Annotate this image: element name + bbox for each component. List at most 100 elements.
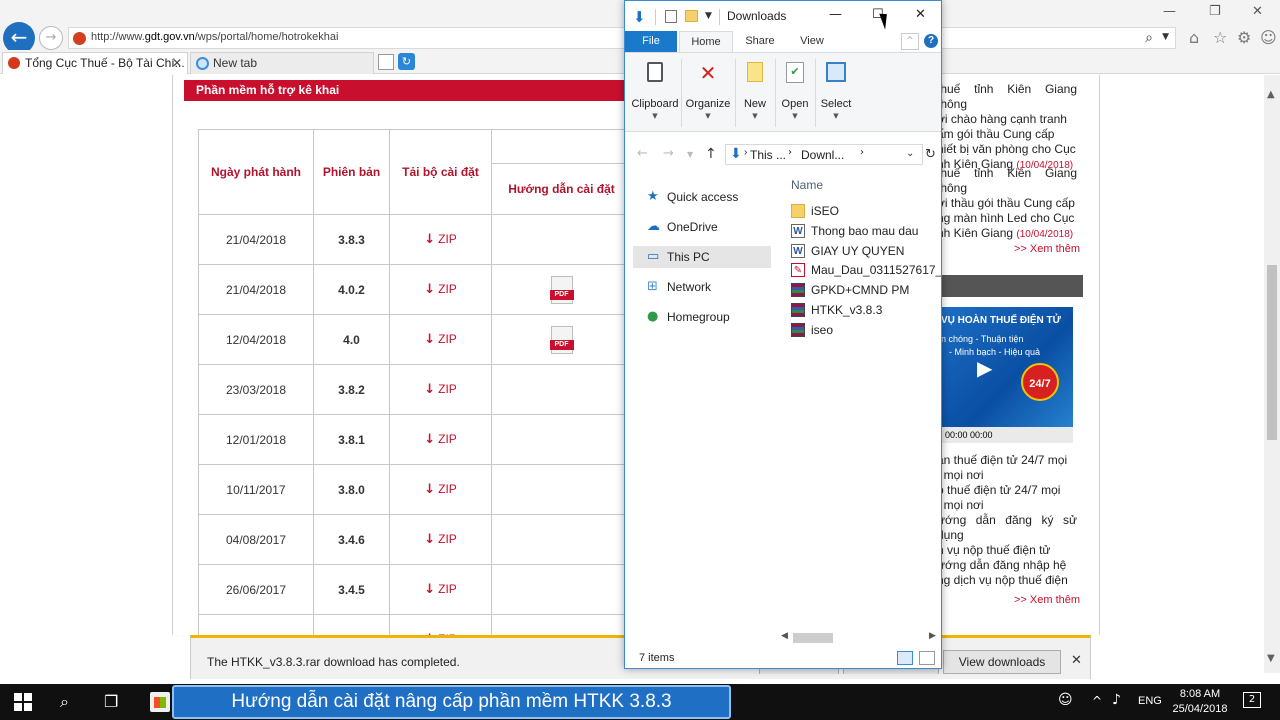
play-icon[interactable]: ▶ [977, 358, 1001, 385]
start-windows-icon[interactable] [14, 693, 32, 711]
scroll-up-icon[interactable]: ▲ [1267, 89, 1275, 100]
zip-download-link[interactable]: ↓ZIP [389, 264, 492, 315]
favorites-star-icon[interactable]: ☆ [1213, 28, 1227, 47]
organize-button[interactable]: ✕ Organize ▼ [683, 58, 733, 128]
chevron-up-icon[interactable]: ^ [1092, 694, 1102, 708]
tab-file[interactable]: File [625, 31, 677, 52]
horizontal-scrollbar[interactable]: ◀ ▶ [781, 631, 941, 645]
zip-download-link[interactable]: ↓ZIP [389, 214, 492, 265]
file-item[interactable]: iSEO [791, 201, 941, 221]
tab-share[interactable]: Share [737, 31, 783, 52]
search-icon[interactable]: ⌕ [1145, 30, 1153, 46]
people-icon[interactable]: ☺ [1058, 692, 1073, 708]
new-button[interactable]: New ▼ [737, 58, 773, 128]
pdf-file-icon[interactable]: PDF [549, 325, 574, 354]
tab-home[interactable]: Home [679, 31, 733, 52]
zip-download-link[interactable]: ↓ZIP [389, 514, 492, 565]
task-view-icon[interactable]: ❐ [104, 692, 118, 711]
minimize-icon[interactable]: — [1163, 4, 1176, 19]
forward-button[interactable]: → [39, 26, 63, 50]
install-guide-cell[interactable]: PDF [491, 314, 632, 365]
settings-gear-icon[interactable]: ⚙ [1237, 28, 1251, 47]
store-icon[interactable] [150, 692, 170, 712]
tab-new[interactable]: New tab [190, 52, 374, 74]
maximize-icon[interactable]: ❐ [1209, 4, 1221, 19]
nav-homegroup[interactable]: ● Homegroup [633, 306, 771, 328]
open-button[interactable]: ✔ Open ▼ [777, 58, 813, 128]
file-item[interactable]: iseo [791, 320, 941, 340]
refresh-icon[interactable]: ↻ [925, 147, 936, 162]
chevron-down-icon[interactable]: ▼ [705, 11, 712, 21]
file-item[interactable]: GPKD+CMND PM [791, 280, 941, 300]
file-item[interactable]: W GIAY UY QUYEN [791, 241, 941, 261]
select-button[interactable]: Select ▼ [817, 58, 855, 128]
input-language[interactable]: ENG [1138, 695, 1162, 707]
forward-icon[interactable]: → [663, 146, 674, 161]
path-breadcrumb[interactable]: ⬇ › This ... › Downl... › ⌄ [725, 144, 923, 165]
scroll-right-icon[interactable]: ▶ [929, 631, 936, 641]
scroll-down-icon[interactable]: ▼ [1267, 653, 1275, 664]
details-view-icon[interactable] [897, 651, 913, 665]
help-icon[interactable]: ? [924, 34, 938, 48]
explorer-title-bar[interactable]: ⬇ ▼ Downloads — ☐ ✕ [625, 1, 941, 31]
view-downloads-button[interactable]: View downloads [943, 650, 1061, 674]
zip-download-link[interactable]: ↓ZIP [389, 614, 492, 635]
scroll-thumb[interactable] [1267, 265, 1277, 440]
home-icon[interactable]: ⌂ [1189, 28, 1199, 47]
breadcrumb-downloads[interactable]: Downl... [801, 148, 844, 162]
pdf-file-icon[interactable]: PDF [549, 275, 574, 304]
pdf-label: PDF [549, 289, 574, 300]
file-item[interactable]: HTKK_v3.8.3 [791, 300, 941, 320]
download-message: The HTKK_v3.8.3.rar download has complet… [207, 655, 460, 669]
large-icons-view-icon[interactable] [919, 651, 935, 665]
recent-locations-icon[interactable]: ▼ [687, 150, 693, 159]
file-item[interactable]: W Thong bao mau dau [791, 221, 941, 241]
news-item[interactable]: thuế tỉnh Kiên Giang thông ời thầu gói t… [937, 166, 1077, 242]
search-icon[interactable]: ⌕ [60, 692, 69, 712]
nav-this-pc[interactable]: ▭ This PC [633, 246, 771, 268]
close-icon[interactable]: ✕ [1252, 4, 1263, 19]
tab-close-icon[interactable]: ✕ [172, 53, 182, 73]
clipboard-button[interactable]: Clipboard ▼ [629, 58, 681, 128]
nav-network[interactable]: ⊞ Network [633, 276, 771, 298]
collapse-ribbon-icon[interactable]: ^ [901, 33, 919, 50]
page-scrollbar[interactable]: ▲ ▼ [1264, 75, 1280, 673]
news-item[interactable]: thuế tỉnh Kiên Giang thông ời chào hàng … [937, 82, 1077, 173]
column-header-name[interactable]: Name [791, 178, 823, 192]
news-links[interactable]: ần thuế điện tử 24/7 mọi , mọi nơi p thu… [937, 453, 1077, 588]
nav-quick-access[interactable]: ★ Quick access [633, 186, 771, 208]
scroll-thumb[interactable] [793, 633, 833, 643]
tab-view[interactable]: View [787, 31, 837, 52]
back-icon[interactable]: ← [637, 146, 648, 161]
compatibility-view-icon[interactable]: ↻ [398, 53, 415, 70]
install-guide-cell[interactable]: PDF [491, 264, 632, 315]
url-dropdown-icon[interactable]: ▼ [1162, 32, 1169, 42]
properties-icon[interactable] [665, 10, 677, 23]
breadcrumb-this-pc[interactable]: This ... [750, 148, 786, 162]
zip-download-link[interactable]: ↓ZIP [389, 564, 492, 615]
see-more-link[interactable]: >> Xem thêm [1014, 242, 1080, 257]
url-field[interactable]: http://www.gdt.gov.vn/wps/portal/home/ho… [68, 27, 1176, 49]
nav-onedrive[interactable]: ☁ OneDrive [633, 216, 771, 238]
smiley-feedback-icon[interactable]: ☺ [1260, 28, 1277, 47]
new-tab-button[interactable] [378, 54, 394, 70]
scroll-left-icon[interactable]: ◀ [781, 631, 788, 641]
zip-download-link[interactable]: ↓ZIP [389, 464, 492, 515]
zip-download-link[interactable]: ↓ZIP [389, 314, 492, 365]
notification-center-icon[interactable]: 2 [1243, 692, 1261, 708]
tab-gdt[interactable]: Tổng Cục Thuế - Bộ Tài Chí... ✕ [2, 52, 188, 74]
new-folder-icon[interactable] [685, 10, 698, 22]
video-time[interactable]: 00:00 00:00 [937, 427, 1073, 443]
see-more-link[interactable]: >> Xem thêm [1014, 593, 1080, 608]
chevron-down-icon[interactable]: ⌄ [906, 148, 914, 159]
close-icon[interactable]: ✕ [915, 7, 926, 22]
video-player[interactable]: VỤ HOÀN THUẾ ĐIỆN TỬ n chóng - Thuận tiệ… [937, 307, 1073, 443]
zip-download-link[interactable]: ↓ZIP [389, 414, 492, 465]
up-arrow-icon[interactable]: ↑ [705, 146, 717, 162]
file-item[interactable]: ✎ Mau_Dau_0311527617_201 [791, 260, 941, 280]
volume-icon[interactable]: ♪ [1112, 692, 1121, 708]
close-icon[interactable]: ✕ [1071, 653, 1082, 668]
minimize-icon[interactable]: — [829, 7, 842, 22]
clock[interactable]: 8:08 AM 25/04/2018 [1172, 687, 1228, 717]
zip-download-link[interactable]: ↓ZIP [389, 364, 492, 415]
